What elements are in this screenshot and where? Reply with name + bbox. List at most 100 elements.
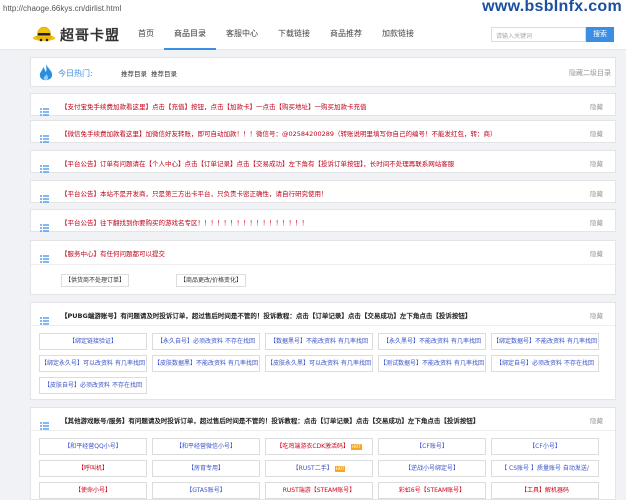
notice-row: 【支付宝免手续费加款看这里】点击【充值】按钮，点击【加款卡】一点击【购买地址】一… xyxy=(30,93,616,116)
item-name: 【房育专用】 xyxy=(187,465,224,472)
item-desc: 不能改资料 有几率找回 xyxy=(535,338,597,345)
url-text: http://chaoge.66kys.cn/dirlist.html xyxy=(3,4,122,13)
nav-service[interactable]: 客服中心 xyxy=(216,17,268,50)
item-desc: 必须改资料 不存在找回 xyxy=(532,360,594,367)
item-name: 【永久自号】 xyxy=(157,338,194,345)
item-name: 【绑定数据号】 xyxy=(493,338,536,345)
product-item[interactable]: 【和平经营QQ小号】 xyxy=(39,438,147,455)
item-name: 【RUST二手】 xyxy=(292,465,333,472)
item-name: 【皮肤永久黑】 xyxy=(267,360,310,367)
item-desc: 必须改资料 不存在找回 xyxy=(80,382,142,389)
product-item[interactable]: 【皮肤永久黑】可以改资料 有几率找回 xyxy=(265,355,373,372)
product-item[interactable]: 【CF小号】 xyxy=(491,438,599,455)
notice-row: 【微信免手续费加款看这里】加微信好友转账，即可自动加款！！！微信号：@02584… xyxy=(30,120,616,143)
section-title: 【其他游戏账号/服务】有问题请及时投诉订单，超过售后时间是不管的！投诉教程：点击… xyxy=(61,417,480,425)
product-item[interactable]: 【工具】解机器码 xyxy=(491,482,599,499)
product-item[interactable]: RUST端游【STEAM账号】 xyxy=(265,482,373,499)
hide-button[interactable]: 隐藏 xyxy=(590,217,603,227)
item-name: 【皮肤数据黑】 xyxy=(154,360,197,367)
site-logo-text[interactable]: 超哥卡盟 xyxy=(60,25,120,45)
search-input[interactable]: 请输入关键词 xyxy=(491,27,586,42)
product-item[interactable]: 【逆战小号绑定号】 xyxy=(378,460,486,477)
product-item[interactable]: 【GTA5账号】 xyxy=(152,482,260,499)
notice-row: 【平台公告】本站不是开发商，只是第三方出卡平台，只负责卡密正确性，请自行研究使用… xyxy=(30,180,616,203)
product-item[interactable]: 【绑定链接验证】 xyxy=(39,333,147,350)
item-name: 【绑定永久号】 xyxy=(41,360,84,367)
section-title: 【PUBG端游账号】有问题请及时投诉订单，超过售后时间是不管的！投诉教程：点击【… xyxy=(61,312,472,320)
list-icon xyxy=(40,188,49,207)
product-item[interactable]: 【永久黑号】不能改资料 有几率找回 xyxy=(378,333,486,350)
item-name: 【测试数据号】 xyxy=(380,360,423,367)
item-name: 彩虹6号【STEAM账号】 xyxy=(398,487,466,494)
hide-button[interactable]: 隐藏 xyxy=(590,158,603,168)
divider xyxy=(31,430,615,431)
list-icon xyxy=(40,310,49,329)
product-item[interactable]: 【房育专用】 xyxy=(152,460,260,477)
service-title[interactable]: 【服务中心】有任何问题都可以提交 xyxy=(61,248,165,258)
hide-button[interactable]: 隐藏 xyxy=(590,310,603,320)
nav-topup[interactable]: 加款链接 xyxy=(372,17,424,50)
product-item[interactable]: 【测试数据号】不能改资料 有几率找回 xyxy=(378,355,486,372)
divider xyxy=(31,325,615,326)
item-name: 【CF账号】 xyxy=(416,443,448,450)
item-name: 【呼叫机】 xyxy=(77,465,108,472)
product-item[interactable]: 【CF账号】 xyxy=(378,438,486,455)
notice-text[interactable]: 【平台公告】本站不是开发商，只是第三方出卡平台，只负责卡密正确性，请自行研究使用… xyxy=(61,188,328,198)
notice-text[interactable]: 【微信免手续费加款看这里】加微信好友转账，即可自动加款！！！微信号：@02584… xyxy=(61,128,497,138)
item-desc: 可以改资料 有几率找回 xyxy=(309,360,371,367)
nav-catalog[interactable]: 商品目录 xyxy=(164,17,216,50)
service-center-panel: 【服务中心】有任何问题都可以提交 隐藏 【供货商不处理订单】 【商品更改/价格变… xyxy=(30,240,616,295)
pubg-section: 【PUBG端游账号】有问题请及时投诉订单，超过售后时间是不管的！投诉教程：点击【… xyxy=(30,302,616,400)
hot-item[interactable]: 推荐目录 xyxy=(121,68,147,78)
product-item[interactable]: 【RUST二手】 HOT xyxy=(265,460,373,477)
search-button[interactable]: 搜索 xyxy=(586,27,614,42)
product-item[interactable]: 【和平经营微信小号】 xyxy=(152,438,260,455)
item-name: 【逆战小号绑定号】 xyxy=(404,465,459,472)
hide-subcategory-link[interactable]: 隐藏二级目录 xyxy=(569,68,611,78)
product-item[interactable]: 【绑定数据号】不能改资料 有几率找回 xyxy=(491,333,599,350)
service-tag[interactable]: 【商品更改/价格变化】 xyxy=(176,274,247,287)
service-tag[interactable]: 【供货商不处理订单】 xyxy=(61,274,130,287)
product-item[interactable]: 【永久自号】必须改资料 不存在找回 xyxy=(152,333,260,350)
notice-row: 【平台公告】往下翻找到你要购买的游戏名专区！！！！！！！！！！！！！！！！！ 隐藏 xyxy=(30,209,616,232)
main-nav: 首页 商品目录 客服中心 下载链接 商品推荐 加款链接 xyxy=(128,17,424,50)
nav-home[interactable]: 首页 xyxy=(128,17,164,50)
item-desc: 必须改资料 不存在找回 xyxy=(193,338,255,345)
hot-badge: HOT xyxy=(334,465,346,472)
hot-label: 今日热门: xyxy=(58,69,93,78)
watermark: www.bsbInfx.com xyxy=(482,0,622,15)
hot-bar: 今日热门: 推荐目录 推荐目录 隐藏二级目录 xyxy=(30,57,616,87)
product-item[interactable]: 【皮肤自号】必须改资料 不存在找回 xyxy=(39,377,147,394)
hide-button[interactable]: 隐藏 xyxy=(590,101,603,111)
item-name: 【永久黑号】 xyxy=(383,338,420,345)
hide-button[interactable]: 隐藏 xyxy=(590,128,603,138)
list-icon xyxy=(40,217,49,236)
other-games-section: 【其他游戏账号/服务】有问题请及时投诉订单，超过售后时间是不管的！投诉教程：点击… xyxy=(30,407,616,500)
item-name: 【数据黑号】 xyxy=(270,338,307,345)
product-item[interactable]: 彩虹6号【STEAM账号】 xyxy=(378,482,486,499)
product-item[interactable]: 【绑定自号】必须改资料 不存在找回 xyxy=(491,355,599,372)
product-item[interactable]: 【使命小号】 xyxy=(39,482,147,499)
hot-item[interactable]: 推荐目录 xyxy=(151,68,177,78)
item-desc: 不能改资料 有几率找回 xyxy=(306,338,368,345)
item-desc: 不能改资料 有几率找回 xyxy=(419,338,481,345)
item-name: 【CF小号】 xyxy=(529,443,561,450)
list-icon xyxy=(40,101,49,120)
product-item[interactable]: 【绑定永久号】可以改资料 有几率找回 xyxy=(39,355,147,372)
notice-text[interactable]: 【平台公告】往下翻找到你要购买的游戏名专区！！！！！！！！！！！！！！！！！ xyxy=(61,217,308,227)
product-item[interactable]: 【呼叫机】 xyxy=(39,460,147,477)
item-name: 【皮肤自号】 xyxy=(44,382,81,389)
list-icon xyxy=(40,128,49,147)
nav-recommend[interactable]: 商品推荐 xyxy=(320,17,372,50)
item-name: 【绑定自号】 xyxy=(496,360,533,367)
nav-download[interactable]: 下载链接 xyxy=(268,17,320,50)
product-item[interactable]: 【吃鸡端游衣CDK激活码】 HOT xyxy=(265,438,373,455)
notice-text[interactable]: 【平台公告】订单有问题请在【个人中心】点击【订单记录】点击【交易成功】左下角有【… xyxy=(61,158,454,168)
product-item[interactable]: 【 CS账号 】质量账号 自动发送/ xyxy=(491,460,599,477)
hide-button[interactable]: 隐藏 xyxy=(590,188,603,198)
hide-button[interactable]: 隐藏 xyxy=(590,415,603,425)
product-item[interactable]: 【皮肤数据黑】不能改资料 有几率找回 xyxy=(152,355,260,372)
product-item[interactable]: 【数据黑号】不能改资料 有几率找回 xyxy=(265,333,373,350)
hide-button[interactable]: 隐藏 xyxy=(590,248,603,258)
notice-text[interactable]: 【支付宝免手续费加款看这里】点击【充值】按钮，点击【加款卡】一点击【购买地址】一… xyxy=(61,101,367,111)
